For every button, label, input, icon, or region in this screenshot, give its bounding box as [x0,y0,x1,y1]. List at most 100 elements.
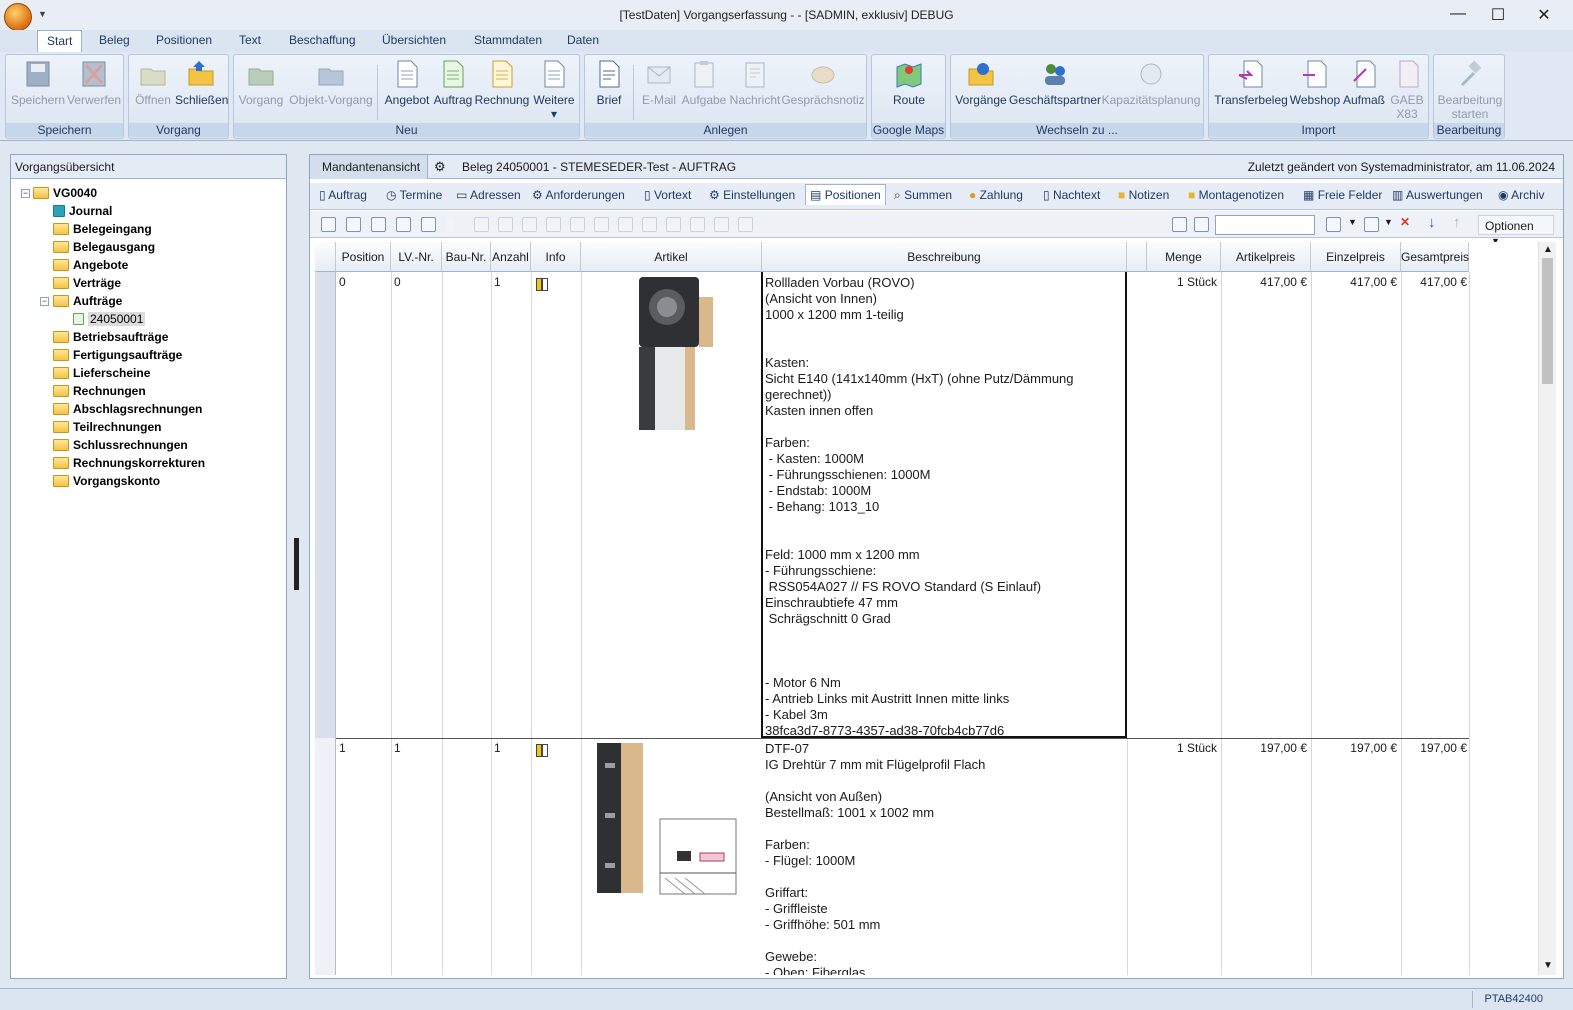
tab-zahlung[interactable]: ● Zahlung [969,188,1023,202]
search-input[interactable] [1215,215,1315,235]
column-header-position[interactable]: Position [336,242,391,272]
tab-freie-felder[interactable]: ▦ Freie Felder [1303,188,1382,202]
scroll-down-icon[interactable]: ▼ [1543,960,1553,971]
tab-vortext[interactable]: ▯ Vortext [644,188,691,202]
copy-document-icon[interactable] [1364,217,1379,232]
brief-button[interactable]: Brief [589,59,629,107]
angebot-button[interactable]: Angebot [382,59,432,107]
chevron-down-icon[interactable]: ▼ [1348,217,1357,227]
tree-item-betriebsauftraege[interactable]: Betriebsaufträge [53,328,168,346]
position-settings-icon[interactable] [371,217,386,232]
vertical-scrollbar[interactable]: ▲ ▼ [1538,242,1556,975]
tab-daten[interactable]: Daten [567,33,599,47]
column-header-info[interactable]: Info [531,242,581,272]
column-header-lv-nr[interactable]: LV.-Nr. [391,242,442,272]
geschaeftspartner-button[interactable]: Geschäftspartner [1009,59,1101,107]
auftrag-button[interactable]: Auftrag [432,59,474,107]
kapazitaetsplanung-button[interactable]: Kapazitätsplanung [1101,59,1201,107]
column-header-bau-nr[interactable]: Bau-Nr. [442,242,491,272]
optionen-dropdown[interactable]: Optionen ▼ [1478,215,1554,246]
column-header-artikelpreis[interactable]: Artikelpreis [1221,242,1311,272]
tree-item-abschlagsrechnungen[interactable]: Abschlagsrechnungen [53,400,202,418]
email-button[interactable]: E-Mail [637,59,681,107]
edit-article-icon[interactable] [346,217,361,232]
tree-item-rechnungen[interactable]: Rechnungen [53,382,146,400]
bearbeitung-starten-button[interactable]: Bearbeitung starten [1436,59,1504,121]
tree-item-belegausgang[interactable]: Belegausgang [53,238,155,256]
tree-item-vertraege[interactable]: Verträge [53,274,121,292]
export-icon[interactable] [1172,217,1187,232]
scrollbar-thumb[interactable] [1542,258,1553,384]
rechnung-button[interactable]: Rechnung [474,59,530,107]
aufmass-button[interactable]: Aufmaß [1341,59,1387,107]
oeffnen-button[interactable]: Öffnen [133,59,173,107]
transferbeleg-button[interactable]: Transferbeleg [1213,59,1289,107]
tab-auswertungen[interactable]: ▥ Auswertungen [1392,188,1483,202]
column-header-selector[interactable] [315,242,336,272]
tree-item-schlussrechnungen[interactable]: Schlussrechnungen [53,436,188,454]
delete-icon[interactable]: ✕ [1400,215,1410,229]
collapse-icon[interactable]: − [21,189,30,198]
verwerfen-button[interactable]: Verwerfen [66,59,122,107]
mandantenansicht-tab[interactable]: Mandantenansicht [310,155,428,179]
collapse-icon[interactable]: − [40,297,49,306]
minimize-icon[interactable]: — [1443,5,1473,23]
tab-beschaffung[interactable]: Beschaffung [289,33,356,47]
tab-start[interactable]: Start [37,30,83,52]
column-header-menge[interactable]: Menge [1147,242,1221,272]
import-position-icon[interactable] [421,217,436,232]
tab-termine[interactable]: ◷ Termine [386,188,442,202]
vorgaenge-button[interactable]: Vorgänge [953,59,1009,107]
tab-text[interactable]: Text [239,33,261,47]
tab-auftrag[interactable]: ▯ Auftrag [319,188,367,202]
tab-einstellungen[interactable]: ⚙ Einstellungen [709,188,795,202]
tree-item-fertigungsauftraege[interactable]: Fertigungsaufträge [53,346,182,364]
tree-item-teilrechnungen[interactable]: Teilrechnungen [53,418,161,436]
tree-item-journal[interactable]: Journal [53,202,112,220]
column-header-artikel[interactable]: Artikel [581,242,762,272]
column-header-beschreibung[interactable]: Beschreibung [762,242,1127,272]
tree-item-auftraege[interactable]: Aufträge [53,292,122,310]
tree-item-24050001[interactable]: 24050001 [73,310,146,328]
tab-adressen[interactable]: ▭ Adressen [456,188,521,202]
webshop-button[interactable]: Webshop [1289,59,1341,107]
splitter-handle[interactable] [294,538,299,590]
row-selector[interactable] [315,272,336,738]
tab-nachtext[interactable]: ▯ Nachtext [1043,188,1100,202]
nachricht-button[interactable]: Nachricht [729,59,781,107]
row-selector[interactable] [315,738,336,975]
aufgabe-button[interactable]: Aufgabe [681,59,727,107]
column-header-einzelpreis[interactable]: Einzelpreis [1311,242,1401,272]
cell-beschreibung[interactable]: DTF-07 IG Drehtür 7 mm mit Flügelprofil … [765,741,985,975]
checklist-icon[interactable] [396,217,411,232]
objekt-vorgang-button[interactable]: Objekt-Vorgang [288,59,374,107]
arrow-down-icon[interactable]: ↓ [1428,214,1436,231]
column-header-anzahl[interactable]: Anzahl [491,242,531,272]
vorgang-button[interactable]: Vorgang [238,59,284,107]
tab-anforderungen[interactable]: ⚙ Anforderungen [532,188,625,202]
tab-positionen[interactable]: ▤ Positionen [805,184,886,205]
tab-montagenotizen[interactable]: ■ Montagenotizen [1188,188,1284,202]
maximize-icon[interactable]: ☐ [1483,5,1513,25]
tab-stammdaten[interactable]: Stammdaten [474,33,542,47]
tab-archiv[interactable]: ◉ Archiv [1498,188,1545,202]
tab-summen[interactable]: ⌕ Summen [894,188,952,203]
route-button[interactable]: Route [880,59,938,107]
close-icon[interactable]: ✕ [1529,5,1559,25]
gaeb-x83-button[interactable]: GAEB X83 [1387,59,1427,121]
gespraechsnotiz-button[interactable]: Gesprächsnotiz [781,59,865,107]
speichern-button[interactable]: Speichern [10,59,66,107]
column-header-gesamtpreis[interactable]: Gesamtpreis [1401,242,1469,272]
tab-positionen[interactable]: Positionen [156,33,212,47]
tab-uebersichten[interactable]: Übersichten [382,33,446,47]
new-document-icon[interactable] [1326,217,1341,232]
tab-notizen[interactable]: ■ Notizen [1118,188,1169,202]
tree-root[interactable]: VG0040 [33,184,97,202]
weitere-button[interactable]: Weitere ▾ [530,59,578,121]
edit-position-icon[interactable] [321,217,336,232]
scroll-up-icon[interactable]: ▲ [1543,244,1553,255]
chevron-down-icon[interactable]: ▼ [1384,217,1393,227]
schliessen-button[interactable]: Schließen [175,59,228,107]
arrow-up-icon[interactable]: ↑ [1453,214,1461,231]
search-icon[interactable] [1194,217,1209,232]
